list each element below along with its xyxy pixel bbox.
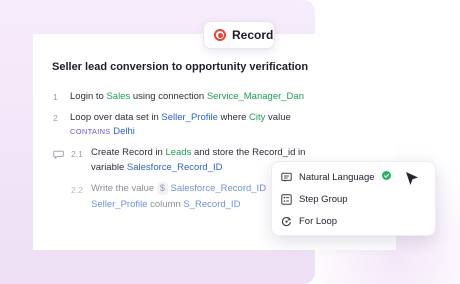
step-text: column — [147, 199, 184, 210]
step-number: 2 — [53, 113, 58, 123]
step-number: 1 — [53, 92, 58, 102]
step-2-1[interactable]: Create Record in Leads and store the Rec… — [91, 146, 305, 159]
step-number: 2.2 — [71, 185, 83, 195]
flow-title: Seller lead conversion to opportunity ve… — [52, 61, 309, 73]
step-text: and store the Record_id in — [191, 147, 306, 158]
step-2[interactable]: Loop over data set in Seller_Profile whe… — [70, 111, 291, 124]
step-text: variable — [91, 162, 127, 173]
step-2-line-2: CONTAINS Delhi — [70, 125, 135, 138]
comment-icon[interactable] — [53, 146, 64, 164]
step-text: Loop over data set in — [70, 112, 162, 123]
record-icon — [214, 29, 226, 41]
step-group-icon — [281, 193, 292, 205]
step-2-2-line-2: Seller_Profile column S_Record_ID — [91, 198, 240, 211]
connection-token[interactable]: Service_Manager_Dan — [207, 91, 304, 102]
dataset-token[interactable]: Seller_Profile — [161, 112, 218, 123]
step-2-2[interactable]: Write the value $ Salesforce_Record_ID — [91, 182, 266, 195]
step-text: Create Record in — [91, 147, 166, 158]
menu-item-natural-language[interactable]: Natural Language — [281, 169, 391, 185]
step-text: where — [217, 112, 250, 123]
step-text: value — [265, 112, 291, 123]
operator-label: CONTAINS — [70, 127, 111, 136]
step-text: using connection — [130, 91, 207, 102]
step-text: Write the value — [91, 183, 157, 194]
mouse-pointer-icon — [404, 171, 420, 192]
step-number: 2.1 — [71, 149, 83, 159]
field-token[interactable]: City — [249, 112, 265, 123]
app-token[interactable]: Sales — [106, 91, 130, 102]
menu-item-label: Natural Language — [299, 171, 375, 183]
variable-token[interactable]: Salesforce_Record_ID — [127, 162, 223, 173]
step-2-1-line-2: variable Salesforce_Record_ID — [91, 161, 223, 174]
menu-item-step-group[interactable]: Step Group — [281, 191, 348, 207]
step-text: Login to — [70, 91, 107, 102]
column-token[interactable]: S_Record_ID — [183, 199, 240, 210]
menu-item-for-loop[interactable]: For Loop — [281, 213, 337, 229]
verified-check-icon — [381, 171, 391, 183]
menu-item-label: Step Group — [299, 193, 348, 205]
variable-token[interactable]: Salesforce_Record_ID — [170, 183, 266, 194]
natural-language-icon — [281, 172, 292, 183]
for-loop-icon — [281, 216, 292, 227]
step-1[interactable]: Login to Sales using connection Service_… — [70, 90, 304, 103]
object-token[interactable]: Leads — [165, 147, 191, 158]
value-token[interactable]: Delhi — [113, 126, 135, 137]
record-button[interactable]: Record — [203, 21, 275, 49]
variable-symbol: $ — [156, 182, 168, 195]
menu-item-label: For Loop — [299, 215, 338, 227]
record-button-label: Record — [232, 28, 274, 42]
dataset-token[interactable]: Seller_Profile — [91, 199, 148, 210]
